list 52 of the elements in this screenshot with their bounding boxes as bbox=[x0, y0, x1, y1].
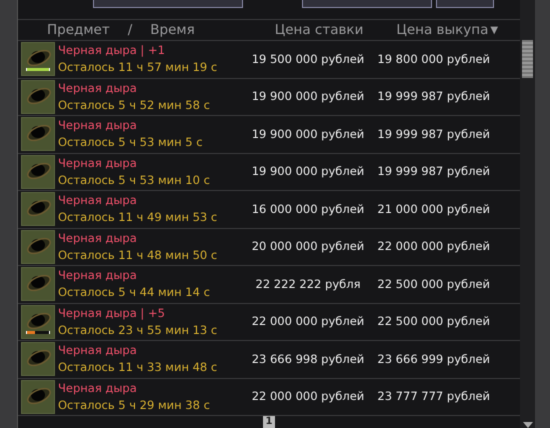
page-button[interactable]: 1 bbox=[262, 416, 276, 428]
bid-price: 22 222 222 рубля bbox=[254, 276, 362, 293]
time-left: Осталось 11 ч 57 мин 19 с bbox=[58, 59, 218, 76]
column-header[interactable]: Цена ставки bbox=[274, 20, 364, 40]
time-left: Осталось 5 ч 29 мин 38 с bbox=[58, 396, 211, 414]
buyout-price: 22 500 000 рублей bbox=[376, 313, 490, 330]
buyout-price: 22 500 000 рублей bbox=[376, 276, 490, 293]
item-name: Черная дыра bbox=[58, 117, 138, 134]
bid-price: 23 666 998 рублей bbox=[250, 350, 366, 368]
column-header[interactable]: Предмет bbox=[47, 20, 110, 40]
bid-price: 19 900 000 рублей bbox=[250, 163, 366, 180]
buyout-price: 19 999 987 рублей bbox=[376, 163, 490, 180]
bid-price: 22 000 000 рублей bbox=[250, 388, 366, 406]
time-left: Осталось 5 ч 53 мин 5 с bbox=[58, 134, 204, 152]
bid-price: 22 000 000 рублей bbox=[250, 313, 366, 330]
sort-arrow[interactable]: ▼ bbox=[490, 22, 498, 38]
bid-price: 16 000 000 рублей bbox=[250, 200, 366, 218]
item-name: Черная дыра bbox=[58, 192, 138, 210]
time-left: Осталось 5 ч 44 мин 14 с bbox=[58, 284, 211, 302]
item-name: Черная дыра bbox=[58, 154, 138, 172]
bid-price: 20 000 000 рублей bbox=[250, 238, 366, 256]
column-header[interactable]: / bbox=[128, 20, 132, 40]
column-header[interactable]: Время bbox=[150, 20, 195, 40]
item-name: Черная дыра | +1 bbox=[58, 42, 166, 60]
item-name: Черная дыра bbox=[58, 267, 138, 284]
time-left: Осталось 5 ч 53 мин 10 с bbox=[58, 172, 211, 189]
bid-price: 19 900 000 рублей bbox=[250, 126, 366, 143]
scroll-down-icon[interactable] bbox=[522, 422, 532, 428]
column-header[interactable]: Цена выкупа bbox=[396, 20, 488, 40]
time-left: Осталось 5 ч 52 мин 58 с bbox=[58, 96, 211, 114]
buyout-price: 19 999 987 рублей bbox=[376, 126, 490, 143]
scroll-thumb[interactable] bbox=[522, 40, 533, 78]
bid-price: 19 500 000 рублей bbox=[250, 50, 366, 68]
bid-price: 19 900 000 рублей bbox=[250, 88, 366, 106]
item-slot[interactable] bbox=[21, 304, 55, 339]
time-left: Осталось 23 ч 55 мин 13 с bbox=[58, 322, 218, 339]
buyout-price: 19 999 987 рублей bbox=[376, 88, 490, 106]
item-name: Черная дыра bbox=[58, 230, 138, 247]
buyout-price: 21 000 000 рублей bbox=[376, 200, 490, 218]
item-name: Черная дыра bbox=[58, 380, 138, 397]
buyout-price: 19 800 000 рублей bbox=[376, 50, 490, 68]
buyout-price: 23 777 777 рублей bbox=[376, 388, 490, 406]
item-name: Черная дыра bbox=[58, 342, 138, 360]
buyout-price: 23 666 999 рублей bbox=[376, 350, 490, 368]
item-name: Черная дыра bbox=[58, 80, 138, 97]
item-name: Черная дыра | +5 bbox=[58, 304, 166, 322]
scrollbar[interactable] bbox=[520, 0, 535, 428]
time-left: Осталось 11 ч 49 мин 53 с bbox=[58, 209, 218, 226]
item-slot[interactable] bbox=[21, 42, 55, 76]
time-left: Осталось 11 ч 33 мин 48 с bbox=[58, 359, 218, 376]
buyout-price: 22 000 000 рублей bbox=[376, 238, 490, 256]
time-left: Осталось 11 ч 48 мин 50 с bbox=[58, 246, 218, 264]
